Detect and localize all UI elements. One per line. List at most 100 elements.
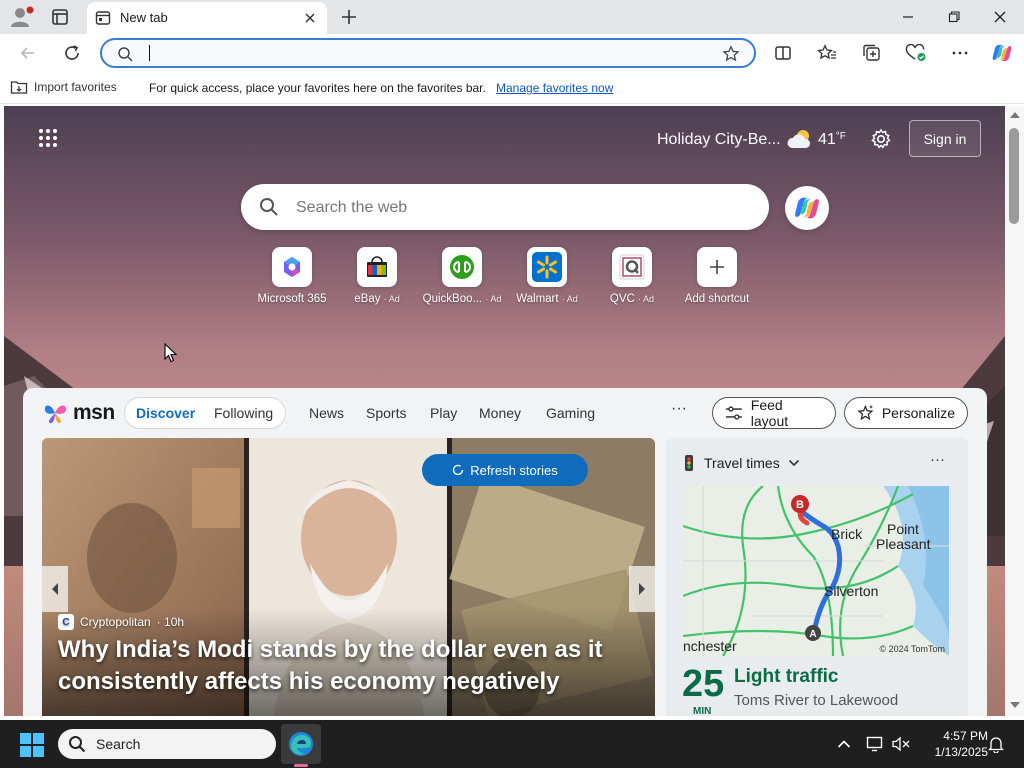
story-age: · 10h (156, 615, 185, 629)
windows-start-icon[interactable] (20, 733, 44, 757)
shortcut-qvc[interactable]: QVC · Ad (587, 247, 677, 305)
scrollbar-thumb[interactable] (1009, 128, 1019, 224)
nav-money[interactable]: Money (479, 405, 521, 421)
hero-prev-button[interactable] (42, 566, 68, 612)
tab-following[interactable]: Following (214, 405, 273, 421)
page-scrollbar[interactable] (1005, 106, 1024, 716)
feed-layout-label: Feed layout (750, 397, 789, 429)
search-icon (69, 736, 86, 753)
edge-taskbar-button[interactable] (281, 724, 321, 764)
card-more-options-button[interactable]: ··· (930, 451, 945, 468)
nav-sports[interactable]: Sports (366, 405, 406, 421)
nav-gaming[interactable]: Gaming (546, 405, 595, 421)
shortcut-label: QuickBoo... (422, 293, 483, 305)
minimize-button[interactable] (886, 4, 930, 30)
active-app-indicator (294, 764, 308, 767)
address-bar[interactable] (100, 38, 756, 68)
chevron-down-icon (788, 459, 799, 467)
web-search-box[interactable]: Search the web (241, 184, 769, 230)
import-favorites-button[interactable]: Import favorites (10, 79, 117, 95)
msn-feed: msn Discover Following News Sports Play … (23, 388, 987, 716)
shortcut-ebay[interactable]: eBay · Ad (332, 247, 422, 305)
chevron-up-icon[interactable] (834, 734, 854, 754)
nav-more-button[interactable]: ··· (671, 400, 687, 418)
gear-icon[interactable] (870, 128, 892, 150)
map-marker-a: A (809, 629, 816, 640)
hero-next-button[interactable] (629, 566, 655, 612)
favorites-hint: For quick access, place your favorites h… (149, 81, 486, 95)
manage-favorites-link[interactable]: Manage favorites now (496, 81, 613, 95)
close-window-button[interactable] (978, 4, 1022, 30)
more-options-icon[interactable] (946, 39, 974, 67)
copilot-icon (795, 197, 819, 219)
traffic-map-graphic: B A Brick Point Pleasant Silverton nches… (683, 486, 949, 656)
taskbar-search-box[interactable]: Search (58, 729, 276, 759)
copilot-button[interactable] (785, 186, 829, 230)
taskbar-clock[interactable]: 4:57 PM 1/13/2025 (916, 728, 988, 760)
title-bar: New tab (0, 0, 1024, 34)
feed-layout-button[interactable]: Feed layout (712, 397, 836, 429)
nav-play[interactable]: Play (430, 405, 457, 421)
tab-close-icon[interactable] (301, 9, 319, 27)
chevron-right-icon (639, 583, 645, 595)
ad-label: · Ad (383, 294, 400, 304)
refresh-icon[interactable] (58, 39, 86, 67)
sign-in-button[interactable]: Sign in (909, 120, 981, 157)
search-icon (259, 197, 279, 217)
favorites-bar: Import favorites For quick access, place… (0, 72, 1024, 104)
traffic-status: Light traffic (734, 666, 839, 687)
add-favorite-star-icon[interactable] (722, 45, 740, 63)
traffic-map[interactable]: B A Brick Point Pleasant Silverton nches… (683, 486, 949, 656)
shortcut-walmart[interactable]: Walmart · Ad (502, 247, 592, 305)
back-arrow-icon[interactable] (14, 39, 42, 67)
windows-taskbar: Search 4:57 PM 1/13/2025 (0, 720, 1024, 768)
edge-logo-icon (289, 732, 313, 756)
shortcut-label: eBay (354, 293, 381, 305)
msn-butterfly-icon (44, 405, 67, 424)
walmart-icon (527, 247, 567, 287)
travel-times-title: Travel times (704, 455, 780, 471)
chevron-left-icon (52, 583, 58, 595)
weather-location[interactable]: Holiday City-Be... (657, 131, 781, 149)
tab-discover[interactable]: Discover (136, 405, 195, 421)
notification-bell-icon[interactable] (986, 734, 1006, 754)
scroll-up-arrow-icon[interactable] (1010, 112, 1020, 118)
scroll-down-arrow-icon[interactable] (1010, 702, 1020, 708)
ad-label: · Ad (638, 294, 655, 304)
shortcut-quickbooks[interactable]: QuickBoo... · Ad (417, 247, 507, 305)
shortcut-microsoft-365[interactable]: Microsoft 365 (247, 247, 337, 305)
favorites-icon[interactable] (813, 39, 841, 67)
temperature[interactable]: 41°F (818, 131, 846, 149)
add-shortcut-button[interactable]: Add shortcut (672, 247, 762, 305)
clock-date: 1/13/2025 (934, 745, 988, 759)
volume-muted-icon[interactable] (891, 734, 911, 754)
temperature-value: 41 (818, 131, 836, 148)
new-tab-button[interactable] (339, 7, 359, 27)
map-credit: © 2024 TomTom (879, 644, 946, 654)
split-screen-icon[interactable] (769, 39, 797, 67)
profile-icon[interactable] (10, 6, 34, 28)
network-monitor-icon[interactable] (865, 734, 885, 754)
nav-news[interactable]: News (309, 405, 344, 421)
apps-launcher-icon[interactable] (38, 128, 58, 148)
map-label-pleasant: Pleasant (876, 536, 931, 552)
tab-actions-icon[interactable] (48, 7, 72, 27)
browser-essentials-icon[interactable] (902, 39, 930, 67)
map-marker-b: B (796, 499, 804, 511)
story-headline[interactable]: Why India’s Modi stands by the dollar ev… (58, 634, 618, 698)
partly-cloudy-icon[interactable] (786, 128, 814, 150)
shortcut-label: Microsoft 365 (257, 293, 327, 305)
story-source[interactable]: C Cryptopolitan · 10h (58, 614, 184, 630)
msn-logo[interactable]: msn (43, 400, 115, 426)
copilot-icon[interactable] (988, 39, 1016, 67)
restore-button[interactable] (932, 4, 976, 30)
new-tab-page-icon (95, 10, 111, 26)
personalize-button[interactable]: Personalize (844, 397, 968, 429)
tab-new-tab[interactable]: New tab (87, 2, 327, 34)
minutes-unit: MIN (693, 706, 712, 716)
hero-story-card[interactable]: Refresh stories C Cryptopolitan · 10h Wh… (42, 438, 655, 716)
refresh-stories-button[interactable]: Refresh stories (422, 454, 588, 486)
travel-times-header[interactable]: Travel times (682, 454, 800, 472)
personalize-label: Personalize (881, 405, 955, 421)
collections-icon[interactable] (858, 39, 886, 67)
